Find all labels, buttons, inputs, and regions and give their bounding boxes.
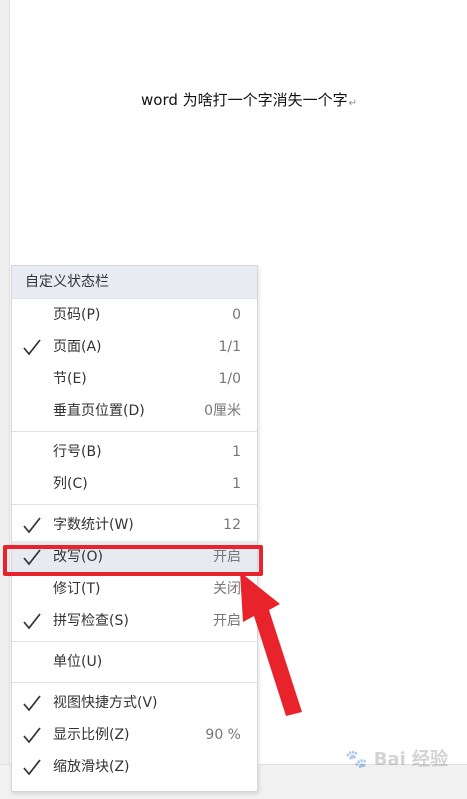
menu-item[interactable]: 视图快捷方式(V) <box>12 687 257 719</box>
menu-item-value: 1 <box>232 476 241 492</box>
menu-item-label: 显示比例(Z) <box>53 727 130 743</box>
check-icon <box>22 331 42 363</box>
check-icon <box>22 509 42 541</box>
check-icon <box>22 573 42 605</box>
menu-item[interactable]: 拼写检查(S) 开启 <box>12 605 257 637</box>
paragraph-mark-icon: ↵ <box>348 98 358 109</box>
paw-icon: 🐾 <box>345 749 368 770</box>
menu-item[interactable]: 页码(P) 0 <box>12 299 257 331</box>
check-icon <box>22 395 42 427</box>
check-icon <box>22 436 42 468</box>
menu-item-label: 字数统计(W) <box>53 517 134 533</box>
menu-separator <box>12 641 257 642</box>
check-icon <box>22 751 42 783</box>
menu-item-value: 12 <box>223 517 241 533</box>
menu-item[interactable]: 修订(T) 关闭 <box>12 573 257 605</box>
menu-item-label: 视图快捷方式(V) <box>53 695 158 711</box>
check-icon <box>22 687 42 719</box>
menu-item[interactable]: 列(C) 1 <box>12 468 257 500</box>
check-icon <box>22 605 42 637</box>
menu-item-label: 拼写检查(S) <box>53 613 129 629</box>
menu-item-value: 1/1 <box>218 339 241 355</box>
menu-item-label: 页面(A) <box>53 339 102 355</box>
check-icon <box>22 719 42 751</box>
menu-item-label: 缩放滑块(Z) <box>53 759 130 775</box>
page-border <box>9 0 10 798</box>
menu-item-label: 列(C) <box>53 476 88 492</box>
check-icon <box>22 646 42 678</box>
menu-item-label: 节(E) <box>53 371 87 387</box>
document-text-line[interactable]: word 为啥打一个字消失一个字↵ <box>141 89 357 110</box>
menu-separator <box>12 431 257 432</box>
highlight-box <box>3 545 263 576</box>
menu-item-value: 1/0 <box>218 371 241 387</box>
red-arrow-icon <box>240 572 302 716</box>
menu-title: 自定义状态栏 <box>12 266 257 299</box>
menu-separator <box>12 682 257 683</box>
menu-item[interactable]: 单位(U) <box>12 646 257 678</box>
menu-item-label: 垂直页位置(D) <box>53 403 145 419</box>
watermark-text: Bai 经验 <box>373 749 449 770</box>
window-left-edge <box>0 0 9 798</box>
menu-item[interactable]: 节(E) 1/0 <box>12 363 257 395</box>
check-icon <box>22 299 42 331</box>
menu-item[interactable]: 缩放滑块(Z) <box>12 751 257 783</box>
menu-item-value: 90 % <box>205 727 241 743</box>
menu-body: 页码(P) 0 页面(A) 1/1 节(E) 1/0 垂直页位置(D) 0厘米 行号(B) 1 列(… <box>12 299 257 783</box>
customize-status-bar-menu: 自定义状态栏 页码(P) 0 页面(A) 1/1 节(E) 1/0 垂直页位置(D) 0厘米行… <box>11 265 258 792</box>
check-icon <box>22 363 42 395</box>
menu-item-value: 0厘米 <box>204 403 241 419</box>
watermark: 🐾 Bai 经验 <box>345 745 448 771</box>
menu-item-label: 修订(T) <box>53 581 101 597</box>
menu-item[interactable]: 显示比例(Z) 90 % <box>12 719 257 751</box>
menu-item-label: 行号(B) <box>53 444 102 460</box>
menu-item-value: 1 <box>232 444 241 460</box>
menu-item[interactable]: 页面(A) 1/1 <box>12 331 257 363</box>
menu-item[interactable]: 字数统计(W) 12 <box>12 509 257 541</box>
menu-item[interactable]: 行号(B) 1 <box>12 436 257 468</box>
menu-item-label: 单位(U) <box>53 654 103 670</box>
menu-separator <box>12 504 257 505</box>
menu-item-value: 0 <box>232 307 241 323</box>
menu-item[interactable]: 垂直页位置(D) 0厘米 <box>12 395 257 427</box>
menu-item-label: 页码(P) <box>53 307 101 323</box>
document-text: word 为啥打一个字消失一个字 <box>141 91 348 109</box>
check-icon <box>22 468 42 500</box>
